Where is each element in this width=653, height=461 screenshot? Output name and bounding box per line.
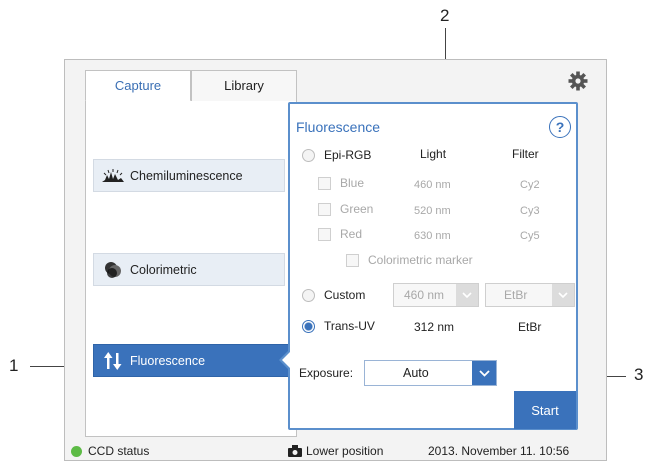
blue-channel-label: Blue [340,176,365,190]
ccd-status-text: CCD status [88,444,150,458]
blue-channel-checkbox[interactable] [318,177,331,190]
datetime-text: 2013. November 11. 10:56 [428,444,570,458]
custom-filter-value: EtBr [504,288,528,302]
callout-1-number: 1 [9,356,19,375]
start-button[interactable]: Start [514,391,576,429]
ccd-status-indicator [71,446,82,457]
exposure-value: Auto [403,366,429,380]
custom-light-value: 460 nm [404,288,445,302]
position-text: Lower position [306,444,384,458]
panel-title: Fluorescence [296,119,381,135]
gear-icon[interactable] [567,70,589,92]
chevron-down-icon [472,361,496,385]
colorimetric-icon [100,260,126,280]
mode-chemiluminescence-label: Chemiluminescence [130,168,243,183]
status-bar: CCD status Lower position 2013. November… [64,443,605,459]
mode-colorimetric-label: Colorimetric [130,262,197,277]
fluorescence-arrows-icon [100,351,126,371]
epi-rgb-radio[interactable] [302,149,315,162]
red-channel-filter: Cy5 [520,230,540,242]
green-channel-light: 520 nm [414,205,451,217]
help-icon[interactable]: ? [549,116,571,138]
mode-chemiluminescence-button[interactable]: Chemiluminescence [93,159,285,192]
custom-label: Custom [324,288,366,302]
mode-fluorescence-label: Fluorescence [130,353,206,368]
tab-library[interactable]: Library [191,70,297,101]
trans-uv-light: 312 nm [414,320,455,334]
red-channel-checkbox[interactable] [318,228,331,241]
blue-channel-light: 460 nm [414,179,451,191]
mode-fluorescence-button[interactable]: Fluorescence [93,344,289,377]
fluorescence-panel: Fluorescence ? Epi-RGB Light Filter Blue… [288,102,578,430]
trans-uv-filter: EtBr [518,320,542,334]
callout-2-number: 2 [440,6,450,25]
callout-3-number: 3 [634,365,644,384]
custom-light-select[interactable]: 460 nm [393,283,479,307]
custom-filter-select[interactable]: EtBr [485,283,575,307]
exposure-select[interactable]: Auto [364,360,497,386]
light-column-header: Light [420,147,447,161]
exposure-label: Exposure: [299,366,354,380]
red-channel-label: Red [340,227,363,241]
green-channel-checkbox[interactable] [318,203,331,216]
chemiluminescence-icon [100,166,126,186]
epi-rgb-label: Epi-RGB [324,148,372,162]
mode-list-panel: Chemiluminescence Colorimetric Fluoresce… [85,101,297,437]
trans-uv-radio[interactable] [302,320,315,333]
trans-uv-label: Trans-UV [324,319,375,333]
green-channel-label: Green [340,202,374,216]
green-channel-filter: Cy3 [520,205,540,217]
colorimetric-marker-label: Colorimetric marker [368,253,473,267]
red-channel-light: 630 nm [414,230,451,242]
panel-pointer-fill [282,352,290,368]
chevron-down-icon [456,284,478,306]
tab-capture[interactable]: Capture [85,70,191,102]
custom-radio[interactable] [302,289,315,302]
mode-colorimetric-button[interactable]: Colorimetric [93,253,285,286]
chevron-down-icon [552,284,574,306]
blue-channel-filter: Cy2 [520,179,540,191]
filter-column-header: Filter [512,147,539,161]
colorimetric-marker-checkbox[interactable] [346,254,359,267]
